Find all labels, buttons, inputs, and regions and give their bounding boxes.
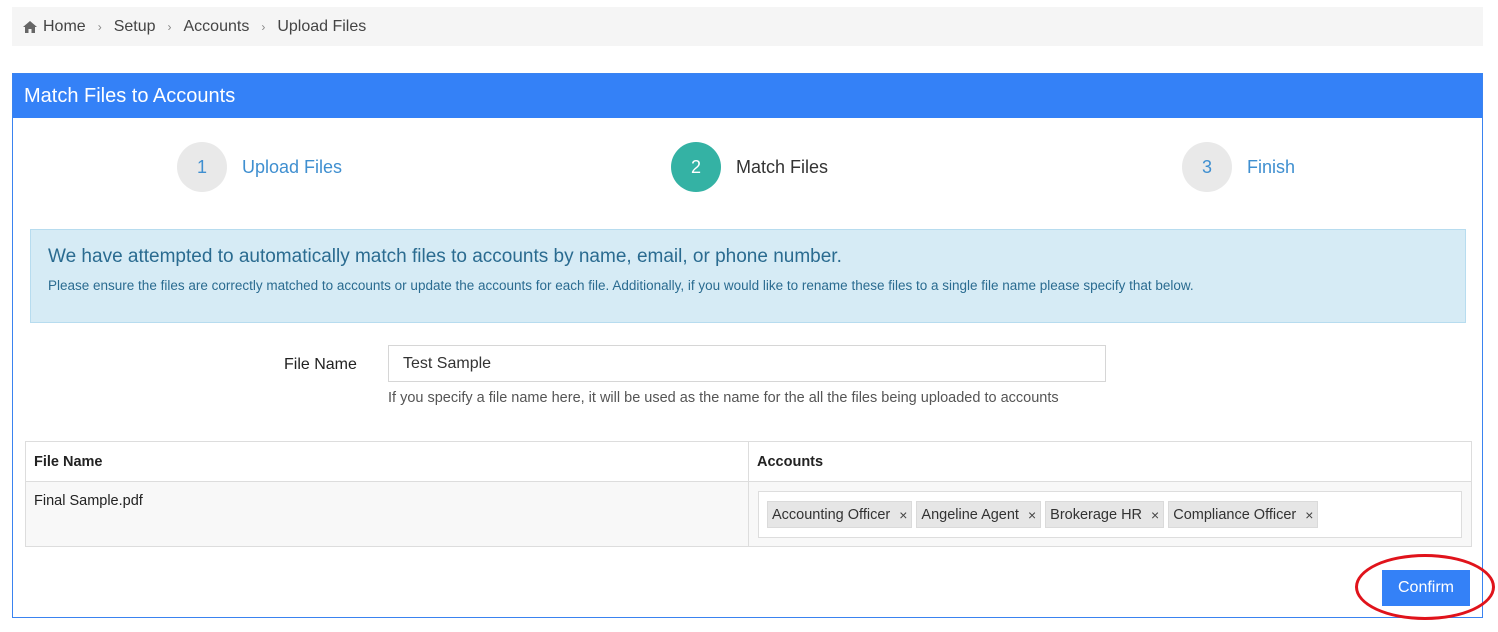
breadcrumb-setup[interactable]: Setup (114, 18, 156, 36)
table-row-file: Final Sample.pdf (26, 481, 748, 546)
accounts-select[interactable]: Accounting Officer × Angeline Agent × Br… (758, 491, 1462, 538)
account-tag-label: Accounting Officer (772, 506, 891, 523)
alert-body: Please ensure the files are correctly ma… (48, 278, 1194, 293)
account-tag-label: Angeline Agent (921, 506, 1019, 523)
chevron-right-icon: › (97, 19, 102, 34)
breadcrumb: Home › Setup › Accounts › Upload Files (12, 7, 1483, 46)
remove-tag-icon[interactable]: × (899, 507, 907, 523)
file-name-help: If you specify a file name here, it will… (388, 390, 1059, 406)
file-name-input[interactable] (388, 345, 1106, 382)
match-files-panel: Match Files to Accounts 1 Upload Files 2… (12, 73, 1483, 618)
account-tag: Brokerage HR × (1045, 501, 1165, 528)
step-number: 2 (671, 142, 721, 192)
step-finish[interactable]: 3 Finish (1182, 142, 1295, 192)
info-alert: We have attempted to automatically match… (30, 229, 1466, 323)
account-tag-label: Brokerage HR (1050, 506, 1143, 523)
step-label: Match Files (736, 156, 829, 177)
account-tag: Accounting Officer × (767, 501, 913, 528)
column-divider (748, 442, 749, 546)
step-number: 1 (177, 142, 227, 192)
step-label: Upload Files (242, 156, 343, 177)
alert-title: We have attempted to automatically match… (48, 246, 842, 267)
account-tag: Angeline Agent × (916, 501, 1042, 528)
step-number: 3 (1182, 142, 1232, 192)
step-match-files: 2 Match Files (671, 142, 828, 192)
header-file-name: File Name (26, 442, 748, 481)
file-name-label: File Name (284, 356, 357, 373)
header-accounts: Accounts (749, 442, 1471, 481)
breadcrumb-accounts[interactable]: Accounts (184, 18, 250, 36)
remove-tag-icon[interactable]: × (1028, 507, 1036, 523)
step-upload-files[interactable]: 1 Upload Files (177, 142, 342, 192)
table-row-accounts: Accounting Officer × Angeline Agent × Br… (749, 481, 1471, 546)
account-tag-label: Compliance Officer (1173, 506, 1297, 523)
confirm-button[interactable]: Confirm (1382, 570, 1470, 606)
chevron-right-icon: › (261, 19, 266, 34)
remove-tag-icon[interactable]: × (1151, 507, 1159, 523)
breadcrumb-home[interactable]: Home (43, 18, 86, 36)
account-tag: Compliance Officer × (1168, 501, 1319, 528)
home-icon (23, 20, 37, 33)
panel-title: Match Files to Accounts (13, 74, 1482, 118)
remove-tag-icon[interactable]: × (1305, 507, 1313, 523)
file-name-cell: Final Sample.pdf (34, 493, 143, 509)
chevron-right-icon: › (167, 19, 172, 34)
breadcrumb-upload-files: Upload Files (277, 17, 367, 35)
files-table: File Name Accounts Final Sample.pdf Acco… (25, 441, 1472, 547)
step-label: Finish (1247, 156, 1296, 177)
